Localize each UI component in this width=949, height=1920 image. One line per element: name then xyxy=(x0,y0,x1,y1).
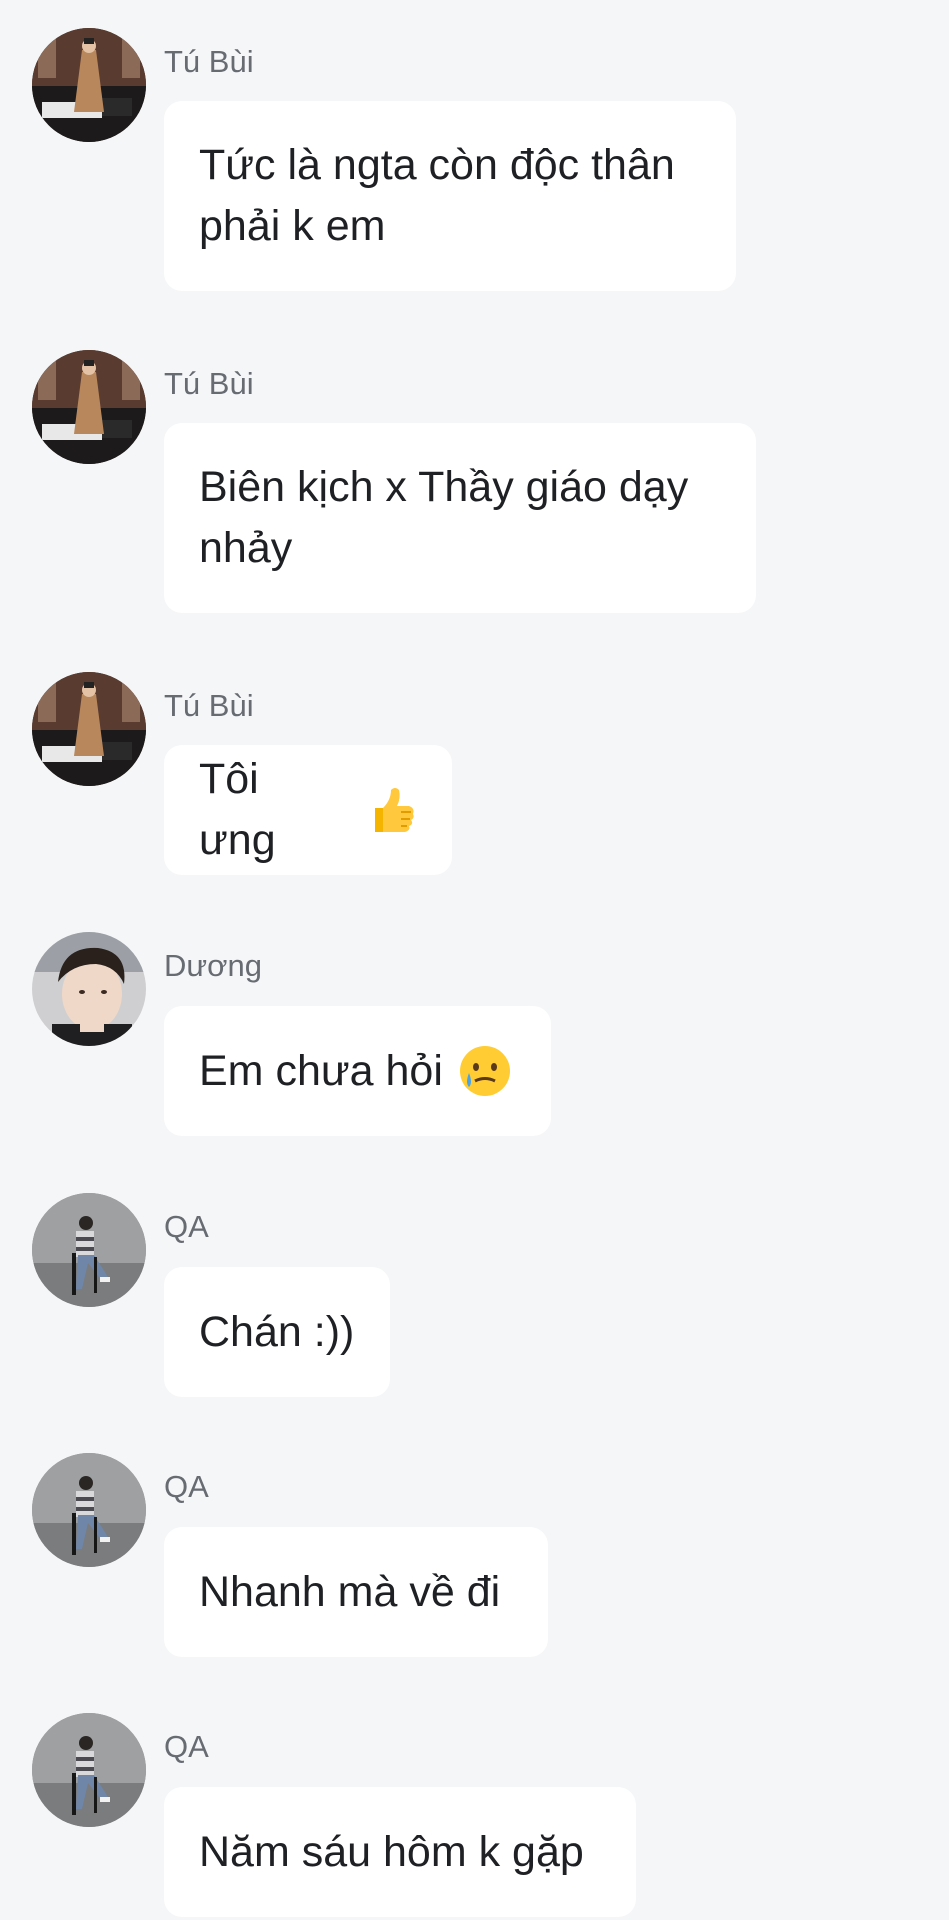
avatar[interactable] xyxy=(32,1713,146,1827)
message-text: Nhanh mà về đi xyxy=(199,1567,501,1616)
seated-man-photo-icon xyxy=(32,1193,146,1307)
avatar[interactable] xyxy=(32,1193,146,1307)
avatar[interactable] xyxy=(32,350,146,464)
man-in-trench-coat-photo-icon xyxy=(32,672,146,786)
sender-name: Tú Bùi xyxy=(164,44,254,79)
man-in-trench-coat-photo-icon xyxy=(32,28,146,142)
message-bubble[interactable]: Chán :)) xyxy=(164,1267,390,1397)
message-text: Chán :)) xyxy=(199,1307,355,1356)
message-bubble[interactable]: Tôi ưng xyxy=(164,745,452,875)
seated-man-photo-icon xyxy=(32,1713,146,1827)
avatar[interactable] xyxy=(32,932,146,1046)
message-bubble[interactable]: Tức là ngta còn độc thân phải k em xyxy=(164,101,736,291)
message-bubble[interactable]: Năm sáu hôm k gặp xyxy=(164,1787,636,1917)
message-bubble[interactable]: Em chưa hỏi xyxy=(164,1006,551,1136)
message-text: Năm sáu hôm k gặp xyxy=(199,1827,584,1876)
avatar[interactable] xyxy=(32,28,146,142)
sender-name: QA xyxy=(164,1209,209,1244)
sender-name: QA xyxy=(164,1729,209,1764)
message-bubble[interactable]: Nhanh mà về đi xyxy=(164,1527,548,1657)
sender-name: Dương xyxy=(164,948,262,983)
sender-name: Tú Bùi xyxy=(164,366,254,401)
message-text: Em chưa hỏi xyxy=(199,1046,443,1095)
message-text: Tôi ưng xyxy=(199,755,276,864)
man-in-trench-coat-photo-icon xyxy=(32,350,146,464)
young-man-portrait-photo-icon xyxy=(32,932,146,1046)
sender-name: QA xyxy=(164,1469,209,1504)
avatar[interactable] xyxy=(32,672,146,786)
seated-man-photo-icon xyxy=(32,1453,146,1567)
message-bubble[interactable]: Biên kịch x Thầy giáo dạy nhảy xyxy=(164,423,756,613)
message-text: Tức là ngta còn độc thân phải k em xyxy=(199,141,675,250)
sender-name: Tú Bùi xyxy=(164,688,254,723)
thumbs-up-icon xyxy=(361,782,417,838)
face-holding-back-tears-icon xyxy=(457,1043,513,1099)
message-text: Biên kịch x Thầy giáo dạy nhảy xyxy=(199,463,689,572)
avatar[interactable] xyxy=(32,1453,146,1567)
